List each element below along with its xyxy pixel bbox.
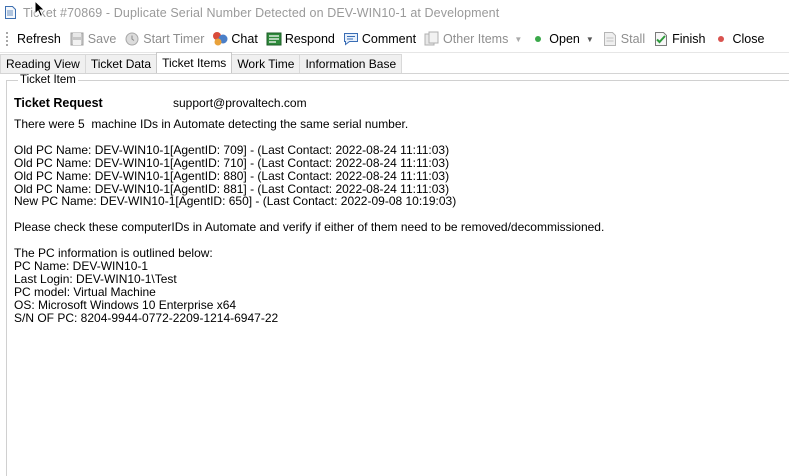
save-label: Save [87,32,117,46]
other-items-icon [424,31,440,47]
mouse-cursor-icon [34,0,46,18]
ticket-request-label: Ticket Request [14,96,103,110]
close-button[interactable]: Close [709,28,768,50]
comment-button[interactable]: Comment [339,28,420,50]
body-line: OS: Microsoft Windows 10 Enterprise x64 [14,297,237,312]
other-items-dropdown[interactable]: Other Items ▼ [420,28,526,50]
body-line: PC Name: DEV-WIN10-1 [14,258,149,273]
comment-icon [343,31,359,47]
status-dot-red-icon [713,31,729,47]
body-line [14,131,774,144]
finish-label: Finish [672,32,706,46]
tab-ticket-data[interactable]: Ticket Data [84,54,158,73]
ticket-request-body: There were 5 machine IDs in Automate det… [14,118,774,325]
open-label: Open [549,32,580,46]
toolbar-grip[interactable] [5,31,9,47]
open-status-dropdown[interactable]: Open ▼ [526,28,598,50]
chat-icon [212,31,228,47]
finish-icon [653,31,669,47]
respond-button[interactable]: Respond [262,28,339,50]
ticket-request-header: Ticket Request support@provaltech.com [14,96,307,110]
chat-button[interactable]: Chat [208,28,261,50]
ticket-toolbar: Refresh Save Start Timer Chat Respond Co… [0,26,789,53]
body-line: Old PC Name: DEV-WIN10-1[AgentID: 710] -… [14,155,450,170]
window-titlebar: Ticket #70869 - Duplicate Serial Number … [0,0,789,25]
body-line: Old PC Name: DEV-WIN10-1[AgentID: 880] -… [14,168,450,183]
body-line: Last Login: DEV-WIN10-1\Test [14,271,177,286]
window-title: Ticket #70869 - Duplicate Serial Number … [23,5,500,20]
ticket-item-group-label: Ticket Item [18,74,78,86]
body-line: Please check these computerIDs in Automa… [14,220,605,235]
start-timer-button[interactable]: Start Timer [120,28,208,50]
tab-information-base[interactable]: Information Base [299,54,403,73]
body-line: There were 5 machine IDs in Automate det… [14,117,409,131]
stall-icon [602,31,618,47]
document-icon [4,6,16,20]
body-line: New PC Name: DEV-WIN10-1[AgentID: 650] -… [14,194,457,209]
finish-button[interactable]: Finish [649,28,709,50]
refresh-button[interactable]: Refresh [13,28,65,50]
status-dot-green-icon [530,31,546,47]
requester-email: support@provaltech.com [173,96,307,110]
chat-label: Chat [231,32,258,46]
save-icon [69,31,85,47]
ticket-tabs: Reading View Ticket Data Ticket Items Wo… [0,52,789,74]
respond-label: Respond [284,32,335,46]
body-line: PC model: Virtual Machine [14,284,156,299]
tab-work-time[interactable]: Work Time [231,54,301,73]
chevron-down-icon: ▼ [585,34,594,44]
body-line: Old PC Name: DEV-WIN10-1[AgentID: 709] -… [14,142,450,157]
other-items-label: Other Items [443,32,509,46]
stall-label: Stall [620,32,646,46]
refresh-label: Refresh [17,32,61,46]
timer-icon [124,31,140,47]
tab-ticket-items[interactable]: Ticket Items [156,52,233,73]
body-line: S/N OF PC: 8204-9944-0772-2209-1214-6947… [14,310,279,325]
save-button[interactable]: Save [65,28,121,50]
respond-icon [266,31,282,47]
chevron-down-icon: ▼ [514,34,523,44]
tab-reading-view[interactable]: Reading View [0,54,86,73]
start-timer-label: Start Timer [143,32,205,46]
comment-label: Comment [361,32,417,46]
close-label: Close [732,32,765,46]
stall-button[interactable]: Stall [598,28,649,50]
